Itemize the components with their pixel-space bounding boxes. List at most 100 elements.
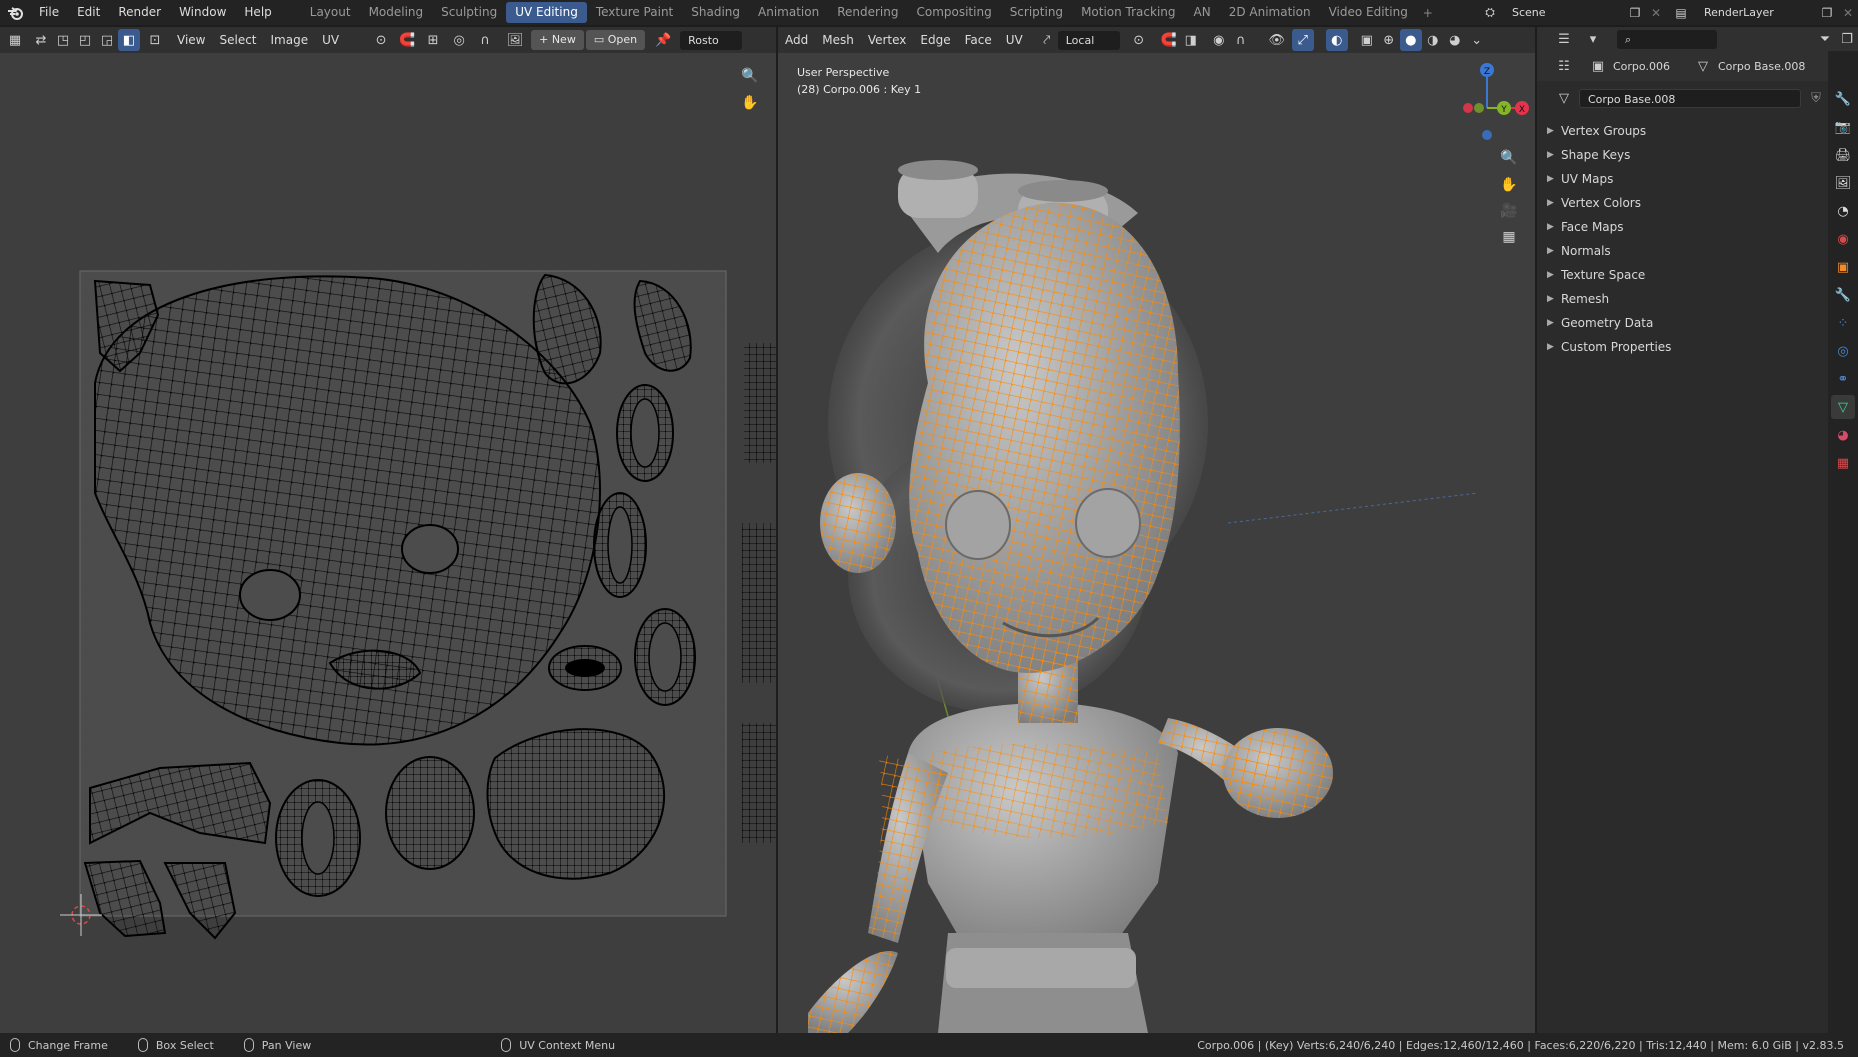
vp-menu-edge[interactable]: Edge — [913, 27, 957, 53]
tab-an[interactable]: AN — [1185, 2, 1220, 23]
tab-rendering[interactable]: Rendering — [828, 2, 907, 23]
add-workspace-icon[interactable]: + — [1417, 6, 1439, 20]
tab-layout[interactable]: Layout — [301, 2, 360, 23]
mesh-name-field[interactable]: Corpo Base.008 — [1579, 88, 1801, 108]
menu-render[interactable]: Render — [109, 0, 170, 25]
modifier-tab-icon[interactable]: 🔧 — [1831, 283, 1855, 307]
view-layer-icon[interactable]: ▤ — [1666, 6, 1696, 20]
snap-element-icon[interactable]: ◨ — [1180, 29, 1202, 51]
physics-tab-icon[interactable]: ◎ — [1831, 339, 1855, 363]
sticky-select-icon[interactable]: ⊡ — [140, 29, 170, 51]
panel-remesh[interactable]: ▶Remesh⠿ — [1537, 287, 1858, 311]
panel-face-maps[interactable]: ▶Face Maps⠿ — [1537, 215, 1858, 239]
properties-type-icon[interactable]: ☷ — [1549, 55, 1579, 77]
view-layer-field[interactable]: RenderLayer — [1696, 3, 1816, 22]
overlay-toggle-icon[interactable]: ◐ — [1325, 29, 1348, 51]
mesh-browse-icon[interactable]: ▽ — [1549, 87, 1579, 109]
tab-shading[interactable]: Shading — [682, 2, 749, 23]
panel-custom-properties[interactable]: ▶Custom Properties⠿ — [1537, 335, 1858, 359]
shading-solid-icon[interactable]: ● — [1399, 29, 1422, 51]
scene-icon[interactable]: ⛭ — [1476, 5, 1504, 20]
gizmo-toggle-icon[interactable]: ⤢ — [1291, 29, 1314, 51]
view-layer-tab-icon[interactable]: 🖼 — [1831, 171, 1855, 195]
panel-texture-space[interactable]: ▶Texture Space⠿ — [1537, 263, 1858, 287]
island-select-icon[interactable]: ◧ — [118, 29, 140, 51]
fake-user-icon[interactable]: ⛨ — [1805, 87, 1827, 109]
tab-modeling[interactable]: Modeling — [360, 2, 433, 23]
snap-icon[interactable]: 🧲 — [396, 29, 418, 51]
image-browse-icon[interactable]: 🖼 — [500, 29, 530, 51]
face-select-icon[interactable]: ◲ — [96, 29, 118, 51]
uv-menu-image[interactable]: Image — [264, 27, 316, 53]
vertex-select-icon[interactable]: ◳ — [52, 29, 74, 51]
tab-video-editing[interactable]: Video Editing — [1320, 2, 1417, 23]
tab-uv-editing[interactable]: UV Editing — [506, 2, 587, 23]
texture-tab-icon[interactable]: ▦ — [1831, 451, 1855, 475]
tab-compositing[interactable]: Compositing — [907, 2, 1000, 23]
uv-editor[interactable]: ▦ ⇄ ◳ ◰ ◲ ◧ ⊡ View Select Image UV ⊙ 🧲 ⊞… — [0, 27, 776, 1033]
tab-2d-animation[interactable]: 2D Animation — [1220, 2, 1320, 23]
outliner-type-icon[interactable]: ☰ — [1549, 28, 1579, 50]
scene-new-icon[interactable]: ❐ — [1624, 6, 1646, 20]
tab-scripting[interactable]: Scripting — [1001, 2, 1072, 23]
scene-field[interactable]: Scene — [1504, 3, 1624, 22]
material-tab-icon[interactable]: ◕ — [1831, 423, 1855, 447]
proportional-edit-icon[interactable]: ◎ — [448, 29, 470, 51]
menu-help[interactable]: Help — [235, 0, 280, 25]
new-image-button[interactable]: + New — [531, 30, 584, 50]
orientation-icon[interactable]: ⤤ — [1036, 29, 1058, 51]
pivot-point-icon[interactable]: ⊙ — [1128, 29, 1150, 51]
uv-map-field[interactable]: Rosto — [680, 30, 743, 50]
snap-target-icon[interactable]: ⊞ — [418, 29, 448, 51]
view-layer-new-icon[interactable]: ❐ — [1816, 6, 1838, 20]
tab-motion-tracking[interactable]: Motion Tracking — [1072, 2, 1184, 23]
pin-icon[interactable]: 📌 — [652, 29, 674, 51]
open-image-button[interactable]: ▭ Open — [585, 30, 646, 50]
proportional-icon[interactable]: ◉ — [1208, 29, 1230, 51]
panel-uv-maps[interactable]: ▶UV Maps⠿ — [1537, 167, 1858, 191]
outliner-display-icon[interactable]: ▾ — [1579, 28, 1607, 50]
panel-shape-keys[interactable]: ▶Shape Keys⠿ — [1537, 143, 1858, 167]
object-tab-icon[interactable]: ▣ — [1831, 255, 1855, 279]
panel-vertex-groups[interactable]: ▶Vertex Groups⠿ — [1537, 119, 1858, 143]
uv-menu-select[interactable]: Select — [212, 27, 263, 53]
shading-rendered-icon[interactable]: ◕ — [1444, 29, 1466, 51]
falloff-curve-icon[interactable]: ∩ — [1230, 29, 1252, 51]
character-model[interactable] — [778, 53, 1478, 1033]
shading-options-icon[interactable]: ⌄ — [1466, 29, 1488, 51]
shading-material-icon[interactable]: ◑ — [1422, 29, 1444, 51]
outliner-filter-icon[interactable]: ⏷ — [1814, 28, 1836, 50]
uv-menu-uv[interactable]: UV — [315, 27, 346, 53]
vp-menu-mesh[interactable]: Mesh — [815, 27, 861, 53]
menu-edit[interactable]: Edit — [68, 0, 109, 25]
tab-animation[interactable]: Animation — [749, 2, 828, 23]
panel-normals[interactable]: ▶Normals⠿ — [1537, 239, 1858, 263]
vp-menu-uv[interactable]: UV — [999, 27, 1030, 53]
blender-logo-icon[interactable] — [0, 0, 30, 25]
3d-viewport[interactable]: Add Mesh Vertex Edge Face UV ⤤ Local ⊙ 🧲… — [778, 27, 1535, 1033]
viewport-pan-icon[interactable]: ✋ — [1496, 172, 1522, 198]
scene-close-icon[interactable]: ✕ — [1646, 6, 1666, 20]
viewport-camera-icon[interactable]: 🎥 — [1496, 198, 1522, 224]
menu-window[interactable]: Window — [170, 0, 235, 25]
vp-menu-face[interactable]: Face — [958, 27, 999, 53]
particles-tab-icon[interactable]: ⁘ — [1831, 311, 1855, 335]
uv-menu-view[interactable]: View — [170, 27, 212, 53]
menu-file[interactable]: File — [30, 0, 68, 25]
snap-toggle-icon[interactable]: 🧲 — [1158, 29, 1180, 51]
tool-tab-icon[interactable]: 🔧 — [1831, 87, 1855, 111]
outliner-search[interactable]: ⌕ — [1617, 29, 1717, 49]
visibility-icon[interactable]: 👁 — [1266, 29, 1288, 51]
vp-menu-vertex[interactable]: Vertex — [861, 27, 914, 53]
viewport-ortho-icon[interactable]: ▦ — [1496, 224, 1522, 250]
render-tab-icon[interactable]: 📷 — [1831, 115, 1855, 139]
world-tab-icon[interactable]: ◉ — [1831, 227, 1855, 251]
sync-selection-icon[interactable]: ⇄ — [30, 29, 52, 51]
outliner-new-collection-icon[interactable]: ❐ — [1836, 28, 1858, 50]
xray-icon[interactable]: ▣ — [1356, 29, 1378, 51]
scene-tab-icon[interactable]: ◔ — [1831, 199, 1855, 223]
panel-geometry-data[interactable]: ▶Geometry Data⠿ — [1537, 311, 1858, 335]
editor-type-icon[interactable]: ▦ — [0, 29, 30, 51]
properties-editor[interactable]: ☷ ▣ Corpo.006 ▽ Corpo Base.008 📌 ▽ Corpo… — [1537, 51, 1858, 1033]
viewport-zoom-icon[interactable]: 🔍 — [1496, 145, 1522, 171]
